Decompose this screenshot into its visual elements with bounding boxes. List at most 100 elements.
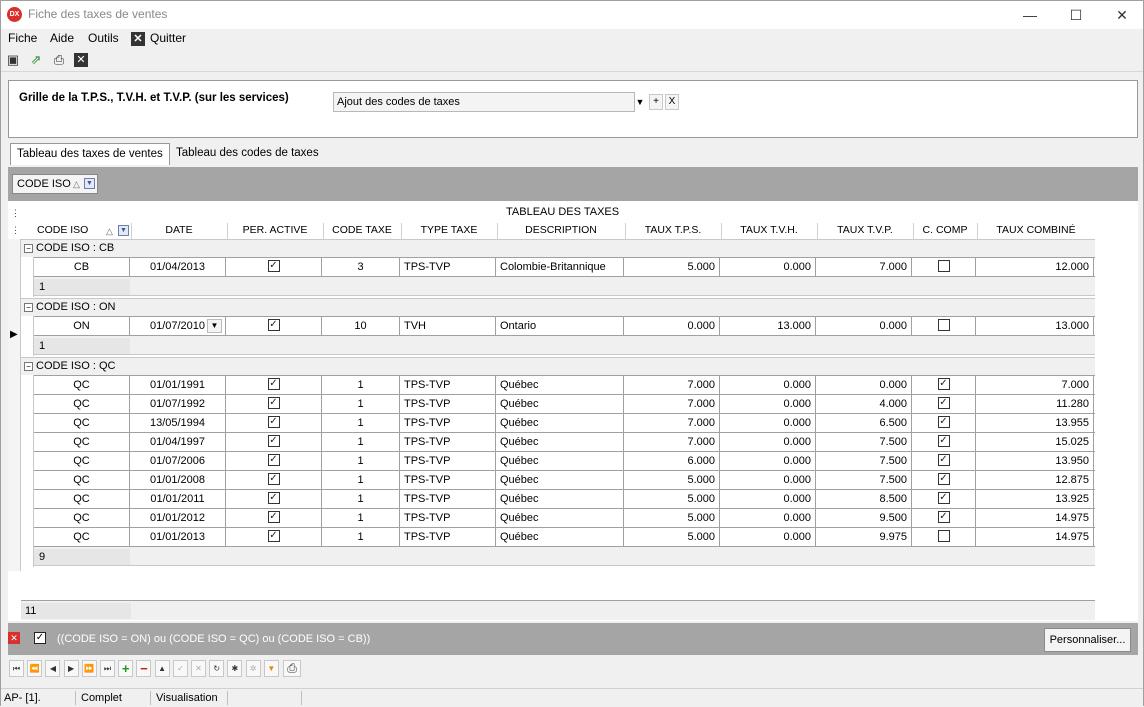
active-checkbox[interactable]: ✓ — [267, 378, 280, 391]
iso-cell[interactable]: QC — [34, 471, 130, 489]
table-row[interactable]: QC 01/01/2013 ✓ 1 TPS-TVP Québec 5.000 0.000 9.9… — [34, 527, 1095, 546]
tps-cell[interactable]: 0.000 — [624, 317, 720, 335]
group-row[interactable] — [21, 239, 1095, 257]
column-header-tvp-col[interactable]: TAUX T.V.P. — [817, 224, 913, 240]
comp-checkbox[interactable]: ✓ — [937, 397, 950, 410]
iso-cell[interactable]: QC — [34, 509, 130, 527]
tps-cell[interactable]: 5.000 — [624, 509, 720, 527]
column-header-tps-col[interactable]: TAUX T.P.S. — [625, 224, 721, 240]
tvp-cell[interactable]: 0.000 — [816, 376, 912, 394]
active-cell[interactable]: ✓ — [226, 528, 322, 546]
code-cell[interactable]: 1 — [322, 509, 400, 527]
type-cell[interactable]: TPS-TVP — [400, 376, 496, 394]
tvp-cell[interactable]: 4.000 — [816, 395, 912, 413]
date-cell[interactable]: 01/04/1997 — [130, 433, 226, 451]
tab-sales-taxes[interactable]: Tableau des taxes de ventes — [10, 143, 170, 165]
comp-cell[interactable]: ✓ — [912, 452, 976, 470]
total-cell[interactable]: 14.975 — [976, 528, 1094, 546]
active-cell[interactable]: ✓ — [226, 258, 322, 276]
tvh-cell[interactable]: 0.000 — [720, 395, 816, 413]
column-header-desc-col[interactable]: DESCRIPTION — [497, 224, 625, 240]
desc-cell[interactable]: Québec — [496, 490, 624, 508]
column-header-tvh-col[interactable]: TAUX T.V.H. — [721, 224, 817, 240]
tvp-cell[interactable]: 7.500 — [816, 433, 912, 451]
active-checkbox[interactable]: ✓ — [267, 319, 280, 332]
date-cell[interactable]: 01/07/2006 — [130, 452, 226, 470]
desc-cell[interactable]: Colombie-Britannique — [496, 258, 624, 276]
comp-cell[interactable]: ✓ — [912, 509, 976, 527]
tab-tax-codes[interactable]: Tableau des codes de taxes — [170, 143, 325, 165]
tvh-cell[interactable]: 0.000 — [720, 452, 816, 470]
iso-cell[interactable]: QC — [34, 452, 130, 470]
column-header-date-col[interactable]: DATE — [131, 224, 227, 240]
desc-cell[interactable]: Québec — [496, 395, 624, 413]
tax-code-combo[interactable]: Ajout des codes de taxes — [333, 92, 635, 112]
active-cell[interactable]: ✓ — [226, 471, 322, 489]
group-row[interactable] — [21, 357, 1095, 375]
nav-edit-icon[interactable]: ▲ — [154, 660, 170, 677]
date-cell[interactable]: 01/01/2011 — [130, 490, 226, 508]
filter-icon[interactable]: ▼ — [118, 225, 129, 236]
date-cell[interactable]: 01/07/2010 ▼ — [130, 317, 226, 335]
active-checkbox[interactable]: ✓ — [267, 511, 280, 524]
desc-cell[interactable]: Québec — [496, 509, 624, 527]
comp-checkbox[interactable]: ✓ — [937, 416, 950, 429]
total-cell[interactable]: 13.925 — [976, 490, 1094, 508]
active-cell[interactable]: ✓ — [226, 317, 322, 335]
table-row[interactable]: QC 01/01/1991 ✓ 1 TPS-TVP Québec 7.000 0.000 0.0… — [34, 375, 1095, 394]
active-checkbox[interactable]: ✓ — [267, 435, 280, 448]
active-checkbox[interactable]: ✓ — [267, 492, 280, 505]
nav-prev-page-icon[interactable]: ⏪ — [27, 660, 43, 677]
tvh-cell[interactable]: 0.000 — [720, 471, 816, 489]
column-header-code-col[interactable]: CODE TAXE — [323, 224, 401, 240]
tvp-cell[interactable]: 9.975 — [816, 528, 912, 546]
table-row[interactable]: QC 01/07/2006 ✓ 1 TPS-TVP Québec 6.000 0.000 7.5… — [34, 451, 1095, 470]
nav-cancel-icon[interactable]: ✕ — [191, 660, 206, 677]
nav-next-page-icon[interactable]: ⏩ — [81, 660, 97, 677]
code-cell[interactable]: 1 — [322, 433, 400, 451]
tps-cell[interactable]: 7.000 — [624, 376, 720, 394]
active-checkbox[interactable]: ✓ — [267, 473, 280, 486]
tvh-cell[interactable]: 0.000 — [720, 258, 816, 276]
iso-cell[interactable]: QC — [34, 395, 130, 413]
nav-goto-bookmark-icon[interactable]: ✲ — [245, 660, 261, 677]
filter-expression[interactable]: ((CODE ISO = ON) ou (CODE ISO = QC) ou (… — [57, 633, 370, 645]
comp-checkbox[interactable] — [937, 530, 950, 543]
customize-button[interactable]: Personnaliser... — [1044, 628, 1131, 652]
total-cell[interactable]: 14.975 — [976, 509, 1094, 527]
filter-enabled-checkbox[interactable]: ✓ — [34, 632, 46, 644]
group-row[interactable] — [21, 298, 1095, 316]
comp-checkbox[interactable] — [937, 260, 950, 273]
tps-cell[interactable]: 5.000 — [624, 490, 720, 508]
active-checkbox[interactable]: ✓ — [267, 530, 280, 543]
nav-insert-icon[interactable]: + — [118, 660, 134, 677]
comp-checkbox[interactable] — [937, 319, 950, 332]
tvp-cell[interactable]: 7.000 — [816, 258, 912, 276]
nav-delete-icon[interactable]: − — [136, 660, 152, 677]
iso-cell[interactable]: QC — [34, 528, 130, 546]
comp-cell[interactable] — [912, 528, 976, 546]
total-cell[interactable]: 7.000 — [976, 376, 1094, 394]
tvh-cell[interactable]: 0.000 — [720, 490, 816, 508]
column-header-comp-col[interactable]: C. COMP — [913, 224, 977, 240]
collapse-icon[interactable]: − — [24, 244, 33, 253]
desc-cell[interactable]: Québec — [496, 528, 624, 546]
filter-icon[interactable]: ▼ — [84, 178, 95, 189]
comp-checkbox[interactable]: ✓ — [937, 435, 950, 448]
add-button[interactable]: + — [649, 94, 663, 110]
date-cell[interactable]: 01/07/1992 — [130, 395, 226, 413]
type-cell[interactable]: TPS-TVP — [400, 414, 496, 432]
iso-cell[interactable]: QC — [34, 433, 130, 451]
table-row[interactable]: QC 01/01/2011 ✓ 1 TPS-TVP Québec 5.000 0.000 8.5… — [34, 489, 1095, 508]
type-cell[interactable]: TPS-TVP — [400, 471, 496, 489]
type-cell[interactable]: TPS-TVP — [400, 509, 496, 527]
maximize-icon[interactable]: ☐ — [1053, 1, 1099, 29]
menu-quitter[interactable]: Quitter — [150, 31, 186, 45]
total-cell[interactable]: 13.955 — [976, 414, 1094, 432]
tvp-cell[interactable]: 8.500 — [816, 490, 912, 508]
desc-cell[interactable]: Québec — [496, 471, 624, 489]
comp-cell[interactable]: ✓ — [912, 376, 976, 394]
desc-cell[interactable]: Québec — [496, 433, 624, 451]
nav-refresh-icon[interactable]: ↻ — [209, 660, 225, 677]
tps-cell[interactable]: 7.000 — [624, 395, 720, 413]
